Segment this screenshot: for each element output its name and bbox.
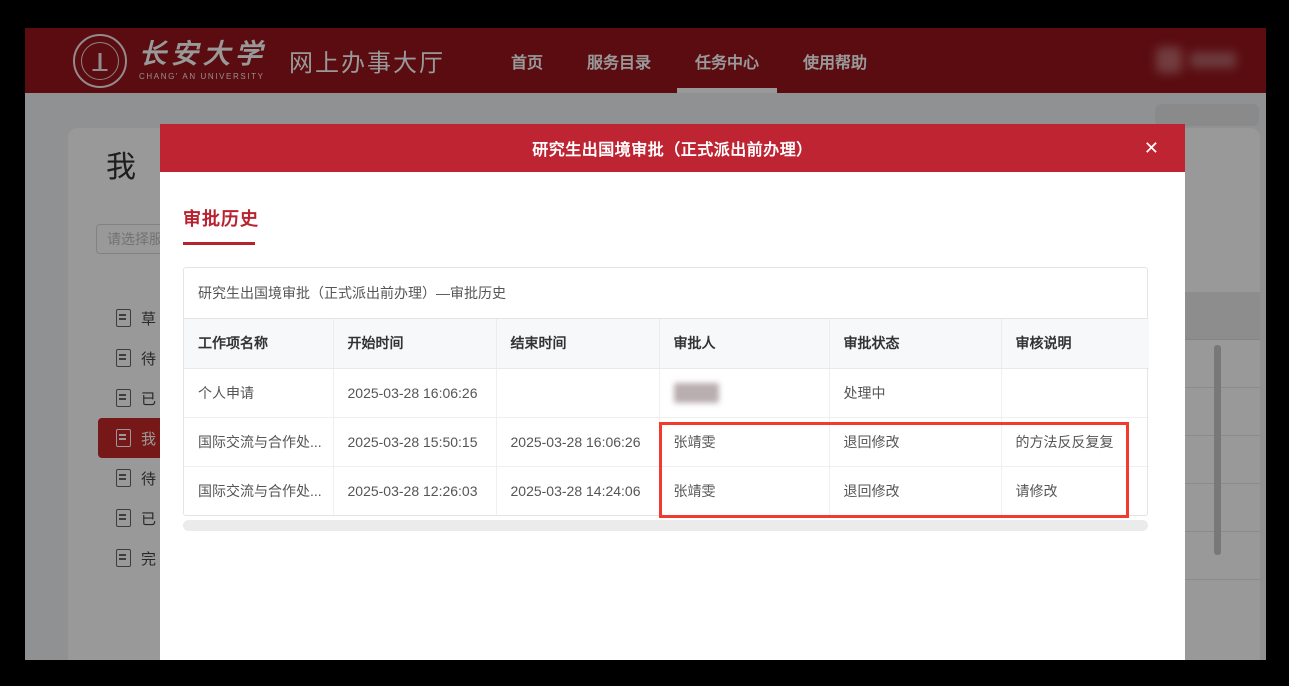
column-header: 审批状态 [829,319,1001,368]
column-header: 工作项名称 [184,319,333,368]
cell: 退回修改 [829,466,1001,515]
approver-name-blurred [674,383,719,403]
table-row-0: 个人申请2025-03-28 16:06:26 处理中 [184,368,1149,417]
section-heading-underline [183,242,255,245]
cell: 请修改 [1001,466,1149,515]
approval-history-modal: 研究生出国境审批（正式派出前办理） ✕ 审批历史 研究生出国境审批（正式派出前办… [160,124,1185,660]
browser-viewport: 长安大学 CHANG' AN UNIVERSITY 网上办事大厅 首页服务目录任… [25,28,1266,660]
horizontal-scrollbar[interactable] [183,520,1148,531]
cell: 的方法反反复复 [1001,417,1149,466]
cell: 国际交流与合作处... [184,417,333,466]
section-heading: 审批历史 [183,205,1162,231]
cell [1001,368,1149,417]
table-row-1: 国际交流与合作处...2025-03-28 15:50:152025-03-28… [184,417,1149,466]
column-header: 开始时间 [333,319,496,368]
cell: 2025-03-28 16:06:26 [496,417,659,466]
cell: 退回修改 [829,417,1001,466]
cell: 张靖雯 [659,417,829,466]
close-icon[interactable]: ✕ [1144,139,1159,157]
cell: 张靖雯 [659,466,829,515]
cell: 2025-03-28 14:24:06 [496,466,659,515]
column-header: 审核说明 [1001,319,1149,368]
column-header: 结束时间 [496,319,659,368]
cell: 2025-03-28 15:50:15 [333,417,496,466]
modal-body: 审批历史 研究生出国境审批（正式派出前办理）—审批历史 工作项名称开始时间结束时… [160,205,1185,531]
table-row-2: 国际交流与合作处...2025-03-28 12:26:032025-03-28… [184,466,1149,515]
cell: 个人申请 [184,368,333,417]
modal-header: 研究生出国境审批（正式派出前办理） ✕ [160,124,1185,172]
cell: 处理中 [829,368,1001,417]
approval-history-table: 研究生出国境审批（正式派出前办理）—审批历史 工作项名称开始时间结束时间审批人审… [183,267,1148,516]
cell [496,368,659,417]
cell: 2025-03-28 16:06:26 [333,368,496,417]
modal-title: 研究生出国境审批（正式派出前办理） [532,136,813,160]
cell [659,368,829,417]
table-header-row: 工作项名称开始时间结束时间审批人审批状态审核说明 [184,319,1149,368]
cell: 2025-03-28 12:26:03 [333,466,496,515]
table-caption: 研究生出国境审批（正式派出前办理）—审批历史 [184,268,1147,319]
column-header: 审批人 [659,319,829,368]
cell: 国际交流与合作处... [184,466,333,515]
